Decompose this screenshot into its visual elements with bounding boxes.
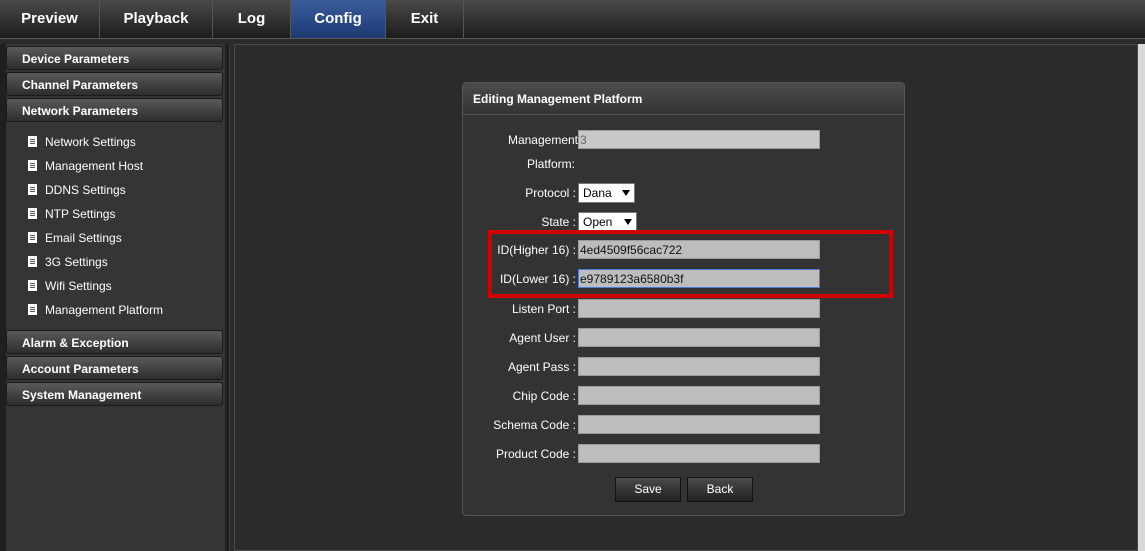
schema-code-field[interactable] bbox=[578, 415, 820, 434]
sidebar-item-email-settings[interactable]: Email Settings bbox=[28, 227, 122, 249]
save-button[interactable]: Save bbox=[615, 477, 681, 502]
back-button[interactable]: Back bbox=[687, 477, 753, 502]
state-select[interactable]: Open bbox=[578, 212, 637, 232]
protocol-label: Protocol : bbox=[525, 186, 576, 200]
state-label: State : bbox=[541, 215, 576, 229]
document-icon bbox=[28, 208, 37, 219]
top-nav-bar: Preview Playback Log Config Exit bbox=[0, 0, 1145, 39]
management-platform-field[interactable] bbox=[578, 130, 820, 149]
tab-log[interactable]: Log bbox=[213, 0, 291, 38]
state-selected-value: Open bbox=[583, 215, 613, 229]
sidebar-item-label: NTP Settings bbox=[45, 207, 116, 221]
sidebar-item-label: Management Platform bbox=[45, 303, 164, 317]
agent-pass-label: Agent Pass : bbox=[507, 360, 576, 374]
sidebar-section-system-management[interactable]: System Management bbox=[6, 382, 223, 406]
chip-code-label: Chip Code : bbox=[512, 389, 576, 403]
sidebar-panel: Device Parameters Channel Parameters Net… bbox=[6, 44, 225, 551]
management-platform-label-line2: Platform: bbox=[526, 157, 575, 171]
vertical-scrollbar[interactable] bbox=[1138, 44, 1145, 551]
sidebar-section-account-parameters[interactable]: Account Parameters bbox=[6, 356, 223, 380]
product-code-label: Product Code : bbox=[495, 447, 576, 461]
sidebar-section-device-parameters[interactable]: Device Parameters bbox=[6, 46, 223, 70]
tab-preview[interactable]: Preview bbox=[0, 0, 100, 38]
sidebar-section-network-parameters[interactable]: Network Parameters bbox=[6, 98, 223, 122]
product-code-field[interactable] bbox=[578, 444, 820, 463]
tab-config[interactable]: Config bbox=[291, 0, 386, 38]
tab-playback[interactable]: Playback bbox=[100, 0, 213, 38]
protocol-selected-value: Dana bbox=[583, 186, 612, 200]
sidebar-section-channel-parameters[interactable]: Channel Parameters bbox=[6, 72, 223, 96]
listen-port-field[interactable] bbox=[578, 299, 820, 318]
sidebar-item-management-host[interactable]: Management Host bbox=[28, 155, 143, 177]
document-icon bbox=[28, 304, 37, 315]
document-icon bbox=[28, 232, 37, 243]
tab-exit[interactable]: Exit bbox=[386, 0, 464, 38]
sidebar-item-ntp-settings[interactable]: NTP Settings bbox=[28, 203, 115, 225]
sidebar-section-alarm-exception[interactable]: Alarm & Exception bbox=[6, 330, 223, 354]
red-highlight-box bbox=[488, 230, 893, 298]
protocol-select[interactable]: Dana bbox=[578, 183, 635, 203]
document-icon bbox=[28, 136, 37, 147]
management-platform-label-line1: Management bbox=[507, 133, 578, 147]
sidebar-item-label: DDNS Settings bbox=[45, 183, 126, 197]
sidebar-item-label: Network Settings bbox=[45, 135, 136, 149]
sidebar-item-label: Management Host bbox=[45, 159, 144, 173]
chip-code-field[interactable] bbox=[578, 386, 820, 405]
sidebar-item-label: Email Settings bbox=[45, 231, 122, 245]
agent-user-field[interactable] bbox=[578, 328, 820, 347]
chevron-down-icon bbox=[622, 190, 630, 196]
document-icon bbox=[28, 256, 37, 267]
sidebar-item-management-platform[interactable]: Management Platform bbox=[28, 299, 163, 321]
document-icon bbox=[28, 160, 37, 171]
sidebar-item-label: 3G Settings bbox=[45, 255, 108, 269]
listen-port-label: Listen Port : bbox=[511, 302, 576, 316]
agent-user-label: Agent User : bbox=[509, 331, 576, 345]
chevron-down-icon bbox=[624, 219, 632, 225]
document-icon bbox=[28, 280, 37, 291]
sidebar: Device Parameters Channel Parameters Net… bbox=[0, 44, 230, 551]
sidebar-item-wifi-settings[interactable]: Wifi Settings bbox=[28, 275, 112, 297]
sidebar-item-network-settings[interactable]: Network Settings bbox=[28, 131, 136, 153]
schema-code-label: Schema Code : bbox=[493, 418, 576, 432]
sidebar-item-label: Wifi Settings bbox=[45, 279, 112, 293]
sidebar-item-ddns-settings[interactable]: DDNS Settings bbox=[28, 179, 126, 201]
panel-title: Editing Management Platform bbox=[463, 83, 904, 115]
document-icon bbox=[28, 184, 37, 195]
agent-pass-field[interactable] bbox=[578, 357, 820, 376]
sidebar-item-3g-settings[interactable]: 3G Settings bbox=[28, 251, 108, 273]
